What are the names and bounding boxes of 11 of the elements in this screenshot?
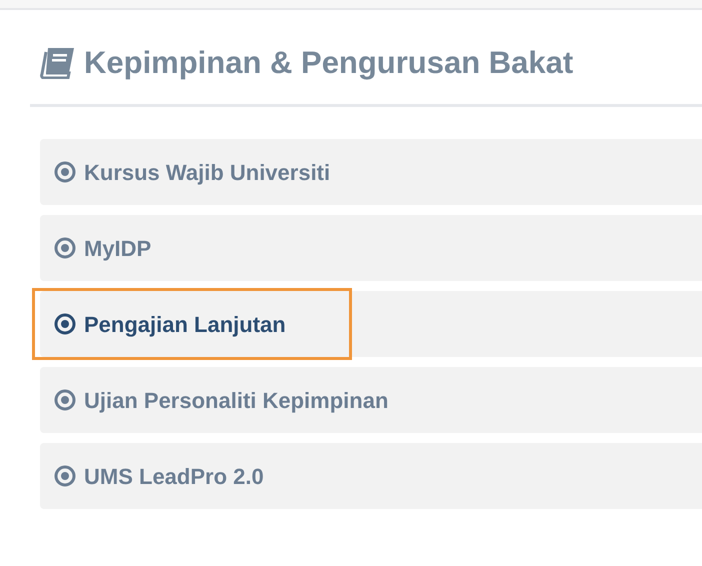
radio-dot-icon: [54, 237, 76, 259]
book-icon: [40, 47, 76, 79]
radio-dot-icon: [54, 161, 76, 183]
radio-dot-icon: [54, 465, 76, 487]
menu-item[interactable]: Ujian Personaliti Kepimpinan: [40, 367, 702, 433]
menu-item[interactable]: UMS LeadPro 2.0: [40, 443, 702, 509]
menu-item[interactable]: MyIDP: [40, 215, 702, 281]
radio-dot-icon: [54, 313, 76, 335]
panel-title: Kepimpinan & Pengurusan Bakat: [84, 44, 574, 82]
menu-item[interactable]: Kursus Wajib Universiti: [40, 139, 702, 205]
radio-dot-icon: [54, 389, 76, 411]
